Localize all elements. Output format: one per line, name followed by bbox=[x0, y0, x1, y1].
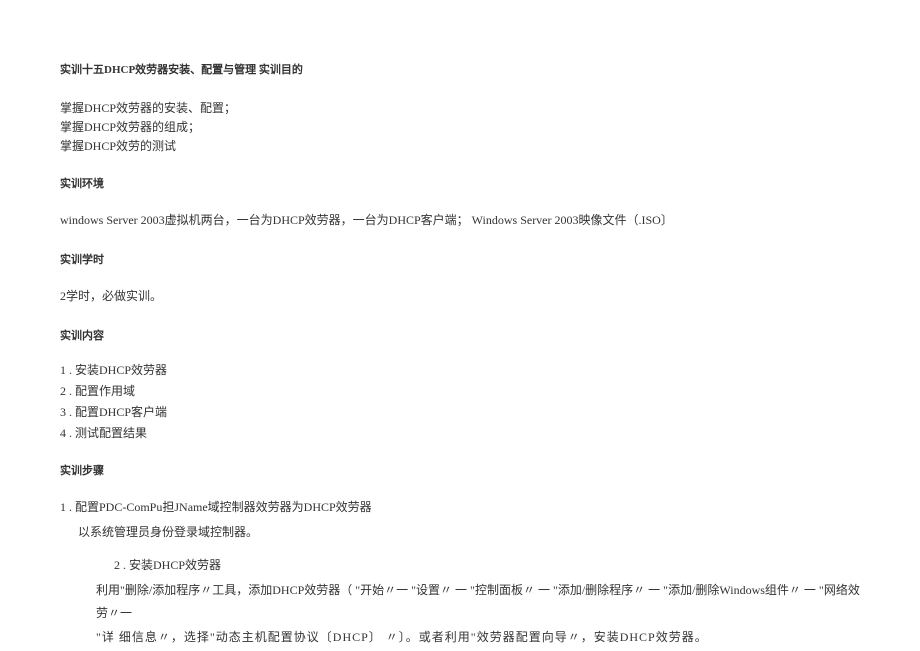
step-2-line: 利用"删除/添加程序〃工具，添加DHCP效劳器（ "开始〃一 "设置〃 一 "控… bbox=[60, 579, 860, 625]
content-item: 4 . 测试配置结果 bbox=[60, 424, 860, 443]
doc-title: 实训十五DHCP效劳器安装、配置与管理 实训目的 bbox=[60, 60, 860, 81]
content-item: 2 . 配置作用域 bbox=[60, 382, 860, 401]
content-item: 3 . 配置DHCP客户端 bbox=[60, 403, 860, 422]
step-2-title: 2 . 安装DHCP效劳器 bbox=[60, 554, 860, 577]
section-env-head: 实训环境 bbox=[60, 174, 860, 195]
objectives-block: 掌握DHCP效劳器的安装、配置； 掌握DHCP效劳器的组成； 掌握DHCP效劳的… bbox=[60, 99, 860, 157]
env-text: windows Server 2003虚拟机两台，一台为DHCP效劳器，一台为D… bbox=[60, 209, 860, 232]
objective-item: 掌握DHCP效劳的测试 bbox=[60, 137, 860, 156]
section-steps-head: 实训步骤 bbox=[60, 461, 860, 482]
section-content-head: 实训内容 bbox=[60, 326, 860, 347]
section-hours-head: 实训学时 bbox=[60, 250, 860, 271]
step-1-title: 1 . 配置PDC-ComPu担JName域控制器效劳器为DHCP效劳器 bbox=[60, 496, 860, 519]
content-item: 1 . 安装DHCP效劳器 bbox=[60, 361, 860, 380]
hours-text: 2学时，必做实训。 bbox=[60, 285, 860, 308]
step-2-line: "详 细信息〃，选择"动态主机配置协议〔DHCP〕 〃〕。或者利用"效劳器配置向… bbox=[60, 626, 860, 649]
step-1-desc: 以系统管理员身份登录域控制器。 bbox=[60, 521, 860, 544]
objective-item: 掌握DHCP效劳器的安装、配置； bbox=[60, 99, 860, 118]
objective-item: 掌握DHCP效劳器的组成； bbox=[60, 118, 860, 137]
